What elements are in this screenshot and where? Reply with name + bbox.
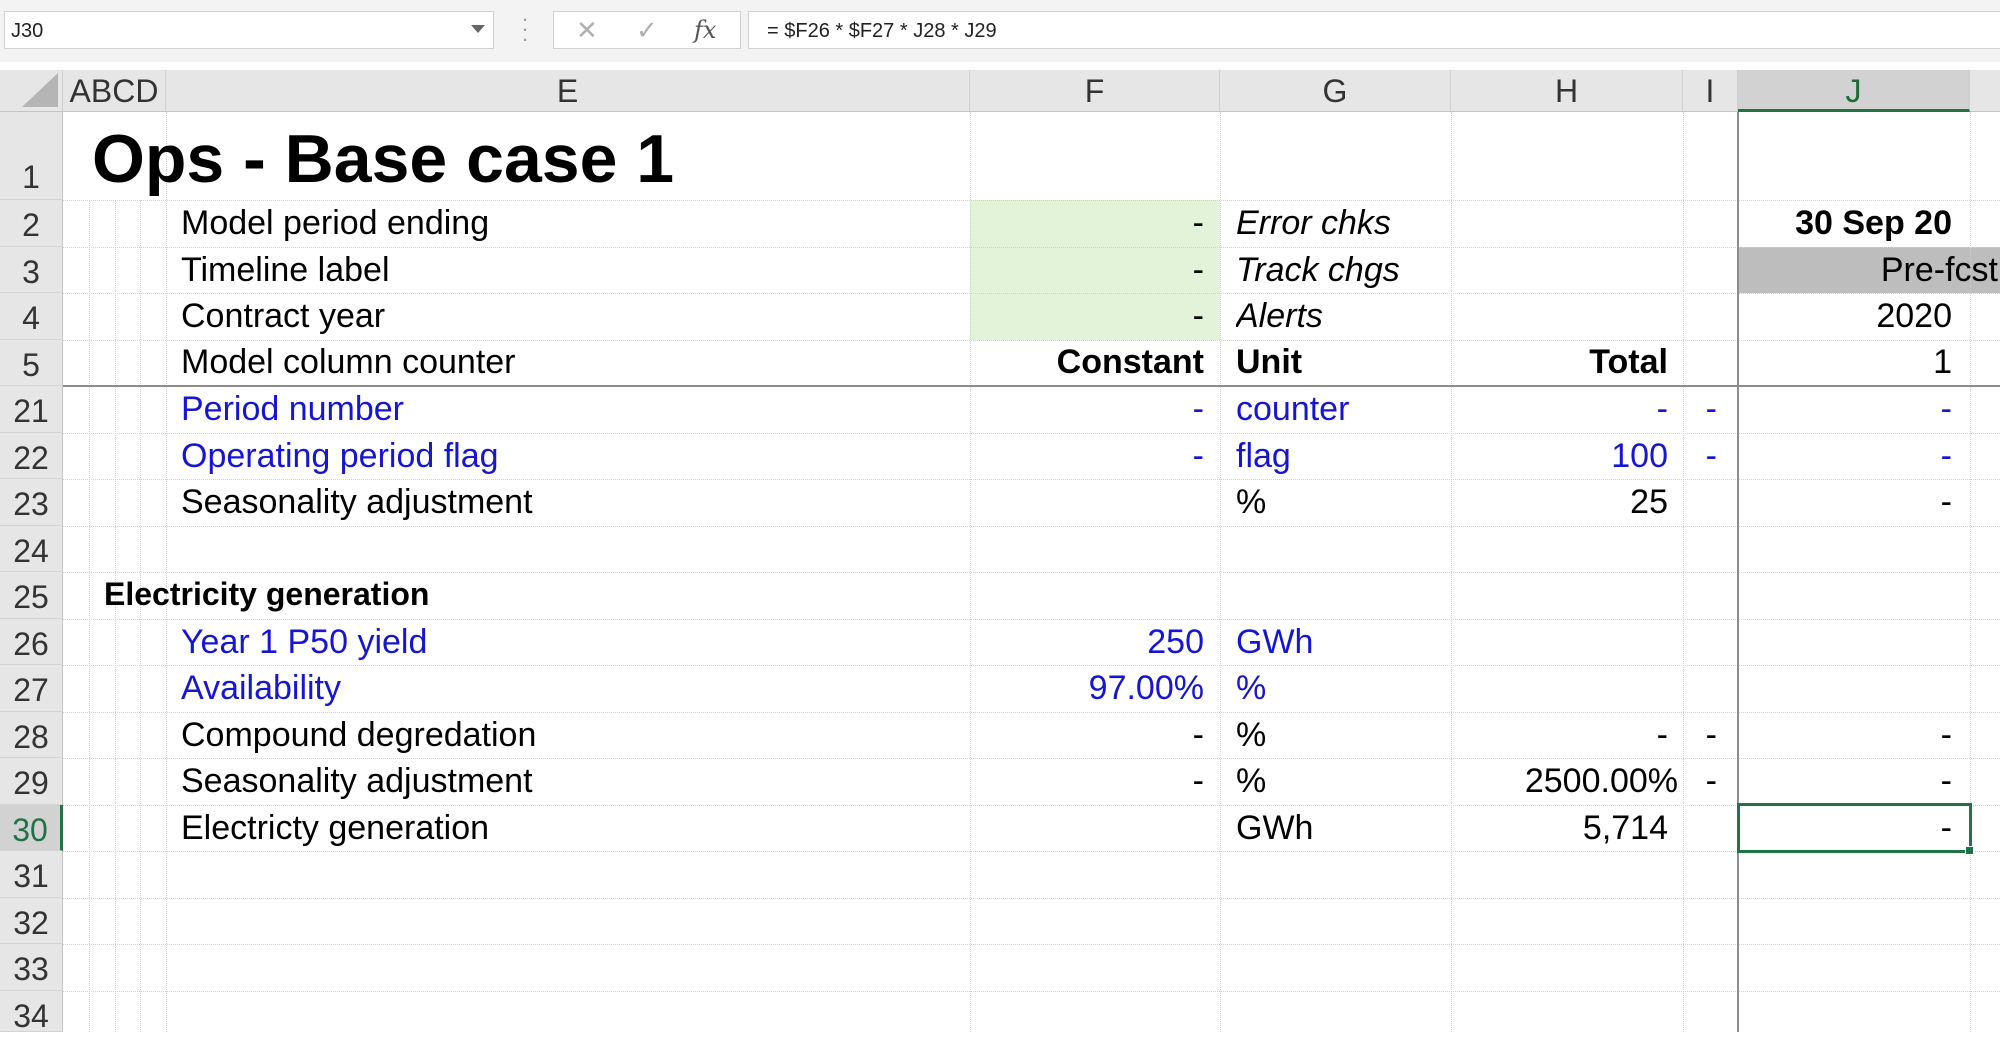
cell-g26[interactable]: GWh [1236,623,1313,662]
row-header[interactable]: 26 [0,619,63,665]
cell-g27[interactable]: % [1236,669,1266,708]
label-operating-period-flag: Operating period flag [181,437,499,475]
cell-f22[interactable]: - [970,437,1204,476]
row-header[interactable]: 4 [0,293,63,340]
name-box-value: J30 [11,20,44,42]
column-header-e[interactable]: E [166,70,970,112]
unit-header: Unit [1236,343,1303,381]
cell-h30[interactable]: 5,714 [1451,809,1668,848]
cell-f26[interactable]: 250 [970,623,1204,662]
column-header-k[interactable] [1970,70,2000,112]
cell-g30[interactable]: GWh [1236,809,1313,848]
track-changes-label[interactable]: Track chgs [1236,251,1400,290]
alerts-label[interactable]: Alerts [1236,297,1323,336]
cell-g23[interactable]: % [1236,483,1266,522]
row-header-selected[interactable]: 30 [0,805,63,851]
row-header[interactable]: 22 [0,433,63,479]
formula-text: = $F26 * $F27 * J28 * J29 [767,20,997,42]
cell-h28[interactable]: - [1451,716,1668,755]
label-model-column-counter: Model column counter [181,343,516,381]
chevron-down-icon[interactable] [471,25,485,33]
label-period-number: Period number [181,390,405,428]
label-availability: Availability [181,669,342,707]
cell-i29[interactable]: - [1683,762,1717,801]
label-compound-degredation: Compound degredation [181,716,537,754]
label-seasonality-adjustment: Seasonality adjustment [181,483,533,521]
row-header[interactable]: 2 [0,200,63,247]
cell-j3[interactable]: Pre-fcst [1738,251,2000,290]
enter-icon[interactable]: ✓ [636,15,658,46]
cell-h21[interactable]: - [1451,390,1668,429]
row-header[interactable]: 29 [0,758,63,805]
row-header[interactable]: 24 [0,526,63,572]
cell-f28[interactable]: - [970,716,1204,755]
cell-j4[interactable]: 2020 [1738,297,1952,336]
row-header[interactable]: 3 [0,247,63,293]
row-header[interactable]: 23 [0,479,63,526]
column-header-i[interactable]: I [1683,70,1738,112]
row-header[interactable]: 5 [0,340,63,386]
cell-g22[interactable]: flag [1236,437,1291,476]
row-header[interactable]: 27 [0,665,63,712]
section-heading: Electricity generation [104,576,430,612]
row-header[interactable]: 25 [0,572,63,619]
cancel-icon[interactable]: ✕ [576,15,598,46]
label-contract-year: Contract year [181,297,386,335]
cell-h23[interactable]: 25 [1451,483,1668,522]
error-checks-label[interactable]: Error chks [1236,204,1391,243]
row-header[interactable]: 33 [0,944,63,991]
cell-j22[interactable]: - [1738,437,1952,476]
cell-g29[interactable]: % [1236,762,1266,801]
label-year1-p50-yield: Year 1 P50 yield [181,623,428,661]
cell-g21[interactable]: counter [1236,390,1349,429]
cell-j23[interactable]: - [1738,483,1952,522]
row-header[interactable]: 28 [0,712,63,758]
label-electricty-generation: Electricty generation [181,809,490,847]
cell-j21[interactable]: - [1738,390,1952,429]
cell-f27[interactable]: 97.00% [970,669,1204,708]
name-box[interactable]: J30 [4,11,494,49]
fill-handle[interactable] [1965,846,1974,855]
row-header[interactable]: 34 [0,991,63,1034]
total-header: Total [1589,343,1668,381]
cell-g28[interactable]: % [1236,716,1266,755]
cell-j2[interactable]: 30 Sep 20 [1738,204,1952,243]
insert-function-icon[interactable]: fx [694,16,716,44]
label-timeline-label: Timeline label [181,251,390,289]
cell-h29[interactable]: 2500.00% [1451,762,1678,801]
label-seasonality-adjustment-2: Seasonality adjustment [181,762,533,800]
cell-h22[interactable]: 100 [1451,437,1668,476]
cell-f4[interactable]: - [970,297,1204,336]
cell-f2[interactable]: - [970,204,1204,243]
cell-i21[interactable]: - [1683,390,1717,429]
column-header-g[interactable]: G [1220,70,1451,112]
cell-j5[interactable]: 1 [1738,343,1952,382]
row-header[interactable]: 32 [0,898,63,944]
cell-i22[interactable]: - [1683,437,1717,476]
row-header[interactable]: 1 [0,112,63,200]
cell-f21[interactable]: - [970,390,1204,429]
label-model-period-ending: Model period ending [181,204,490,242]
formula-bar: J30 · · · ✕ ✓ fx = $F26 * $F27 * J28 * J29 [0,0,2000,62]
column-header-j[interactable]: J [1738,70,1970,112]
row-header[interactable]: 21 [0,386,63,433]
row-header[interactable]: 31 [0,851,63,898]
cell-j28[interactable]: - [1738,716,1952,755]
column-header-f[interactable]: F [970,70,1220,112]
cell-j30[interactable]: - [1738,809,1952,848]
more-options-icon[interactable]: · · · [520,8,530,50]
cell-f3[interactable]: - [970,251,1204,290]
column-header-abcd[interactable]: ABCD [63,70,166,112]
formula-buttons: ✕ ✓ fx [553,11,741,49]
column-header-h[interactable]: H [1451,70,1683,112]
cell-j29[interactable]: - [1738,762,1952,801]
cell-f29[interactable]: - [970,762,1204,801]
cell-i28[interactable]: - [1683,716,1717,755]
sheet-title: Ops - Base case 1 [92,121,675,197]
constant-header: Constant [1056,343,1204,381]
select-all-button[interactable] [0,70,63,112]
formula-input[interactable]: = $F26 * $F27 * J28 * J29 [748,11,2000,49]
